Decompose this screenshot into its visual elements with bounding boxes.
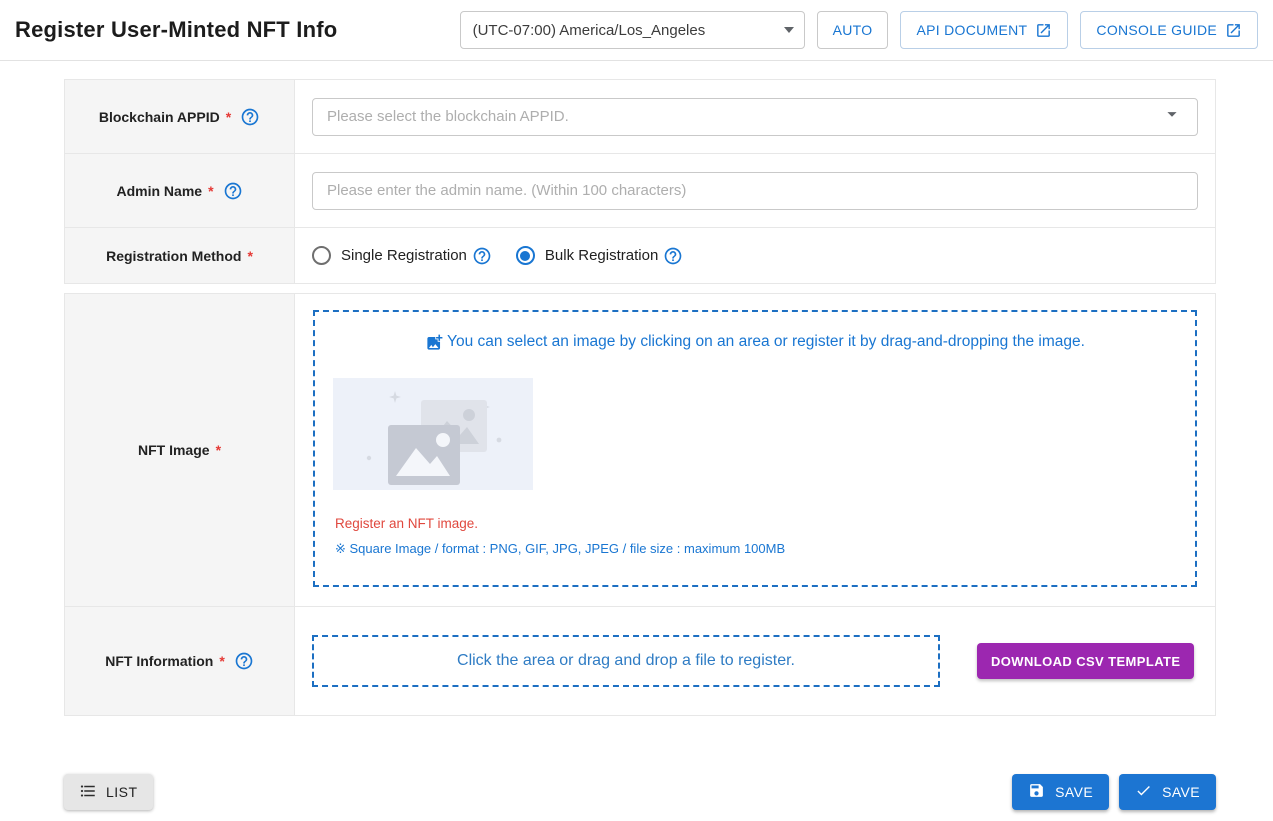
- header-actions: (UTC-07:00) America/Los_Angeles AUTO API…: [460, 11, 1258, 49]
- admin-name-content-cell: [295, 154, 1215, 227]
- external-link-icon: [1035, 22, 1052, 39]
- download-csv-template-button[interactable]: DOWNLOAD CSV TEMPLATE: [977, 643, 1194, 679]
- dropdown-arrow-icon: [1161, 103, 1183, 130]
- registration-method-label-cell: Registration Method *: [65, 228, 295, 283]
- help-icon[interactable]: [240, 107, 260, 127]
- radio-unchecked-icon: [312, 246, 331, 265]
- console-guide-label: CONSOLE GUIDE: [1096, 22, 1217, 38]
- nft-image-label: NFT Image: [138, 442, 210, 458]
- radio-checked-icon: [516, 246, 535, 265]
- help-icon[interactable]: [472, 246, 492, 266]
- nft-image-preview-placeholder: [333, 378, 533, 490]
- save-label: SAVE: [1162, 784, 1200, 800]
- download-csv-template-label: DOWNLOAD CSV TEMPLATE: [991, 654, 1180, 669]
- save-button[interactable]: SAVE: [1119, 774, 1216, 810]
- admin-name-label: Admin Name: [116, 183, 202, 199]
- admin-name-input[interactable]: [312, 172, 1198, 210]
- auto-button-label: AUTO: [833, 22, 873, 38]
- external-link-icon: [1225, 22, 1242, 39]
- list-button-label: LIST: [106, 784, 138, 800]
- radio-single-registration-label: Single Registration: [341, 247, 467, 264]
- blockchain-appid-label: Blockchain APPID: [99, 109, 220, 125]
- nft-information-label: NFT Information: [105, 653, 213, 669]
- row-blockchain-appid: Blockchain APPID * Please select the blo…: [65, 80, 1215, 154]
- row-admin-name: Admin Name *: [65, 154, 1215, 228]
- required-marker: *: [219, 653, 224, 669]
- required-marker: *: [247, 248, 252, 264]
- console-guide-button[interactable]: CONSOLE GUIDE: [1080, 11, 1258, 49]
- footer-actions: LIST SAVE SAVE: [64, 774, 1216, 810]
- page-title: Register User-Minted NFT Info: [15, 17, 337, 43]
- blockchain-appid-content-cell: Please select the blockchain APPID.: [295, 80, 1215, 153]
- nft-image-dropzone[interactable]: You can select an image by clicking on a…: [313, 310, 1197, 587]
- nft-image-dropzone-header: You can select an image by clicking on a…: [315, 333, 1195, 357]
- nft-image-dropzone-text: You can select an image by clicking on a…: [447, 333, 1085, 351]
- save-draft-button[interactable]: SAVE: [1012, 774, 1109, 810]
- nft-image-validation-text: Register an NFT image.: [335, 516, 1195, 531]
- api-document-button[interactable]: API DOCUMENT: [900, 11, 1068, 49]
- nft-register-form: Blockchain APPID * Please select the blo…: [64, 79, 1216, 716]
- api-document-label: API DOCUMENT: [916, 22, 1027, 38]
- chevron-down-icon: [784, 27, 794, 33]
- nft-information-dropzone[interactable]: Click the area or drag and drop a file t…: [312, 635, 940, 687]
- list-button[interactable]: LIST: [64, 774, 153, 810]
- blockchain-appid-label-cell: Blockchain APPID *: [65, 80, 295, 153]
- nft-image-label-cell: NFT Image *: [65, 294, 295, 606]
- row-nft-information: NFT Information * Click the area or drag…: [65, 607, 1215, 715]
- save-disk-icon: [1028, 782, 1045, 802]
- required-marker: *: [226, 109, 231, 125]
- help-icon[interactable]: [223, 181, 243, 201]
- blockchain-appid-select[interactable]: Please select the blockchain APPID.: [312, 98, 1198, 136]
- radio-single-registration[interactable]: Single Registration: [312, 246, 492, 266]
- required-marker: *: [216, 442, 221, 458]
- blockchain-appid-placeholder: Please select the blockchain APPID.: [327, 108, 569, 125]
- timezone-select-value: (UTC-07:00) America/Los_Angeles: [473, 22, 706, 39]
- page-header: Register User-Minted NFT Info (UTC-07:00…: [0, 0, 1273, 61]
- form-table-nft: NFT Image * You can select an image by c…: [64, 293, 1216, 716]
- admin-name-label-cell: Admin Name *: [65, 154, 295, 227]
- check-icon: [1135, 782, 1152, 802]
- form-table-basic: Blockchain APPID * Please select the blo…: [64, 79, 1216, 284]
- required-marker: *: [208, 183, 213, 199]
- auto-button[interactable]: AUTO: [817, 11, 889, 49]
- nft-information-label-cell: NFT Information *: [65, 607, 295, 715]
- list-icon: [79, 782, 97, 803]
- nft-image-content-cell: You can select an image by clicking on a…: [295, 294, 1215, 606]
- timezone-select[interactable]: (UTC-07:00) America/Los_Angeles: [460, 11, 805, 49]
- add-photo-icon: [425, 333, 444, 357]
- nft-image-format-hint: ※ Square Image / format : PNG, GIF, JPG,…: [335, 541, 1195, 557]
- row-nft-image: NFT Image * You can select an image by c…: [65, 294, 1215, 607]
- registration-method-content-cell: Single Registration Bulk Registration: [295, 228, 1215, 283]
- footer-save-group: SAVE SAVE: [1012, 774, 1216, 810]
- registration-method-radio-group: Single Registration Bulk Registration: [312, 246, 683, 266]
- row-registration-method: Registration Method * Single Registratio…: [65, 228, 1215, 283]
- help-icon[interactable]: [663, 246, 683, 266]
- help-icon[interactable]: [234, 651, 254, 671]
- radio-bulk-registration-label: Bulk Registration: [545, 247, 658, 264]
- radio-bulk-registration[interactable]: Bulk Registration: [516, 246, 683, 266]
- nft-information-dropzone-text: Click the area or drag and drop a file t…: [457, 652, 795, 670]
- registration-method-label: Registration Method: [106, 248, 241, 264]
- nft-information-content-cell: Click the area or drag and drop a file t…: [295, 607, 1215, 715]
- save-draft-label: SAVE: [1055, 784, 1093, 800]
